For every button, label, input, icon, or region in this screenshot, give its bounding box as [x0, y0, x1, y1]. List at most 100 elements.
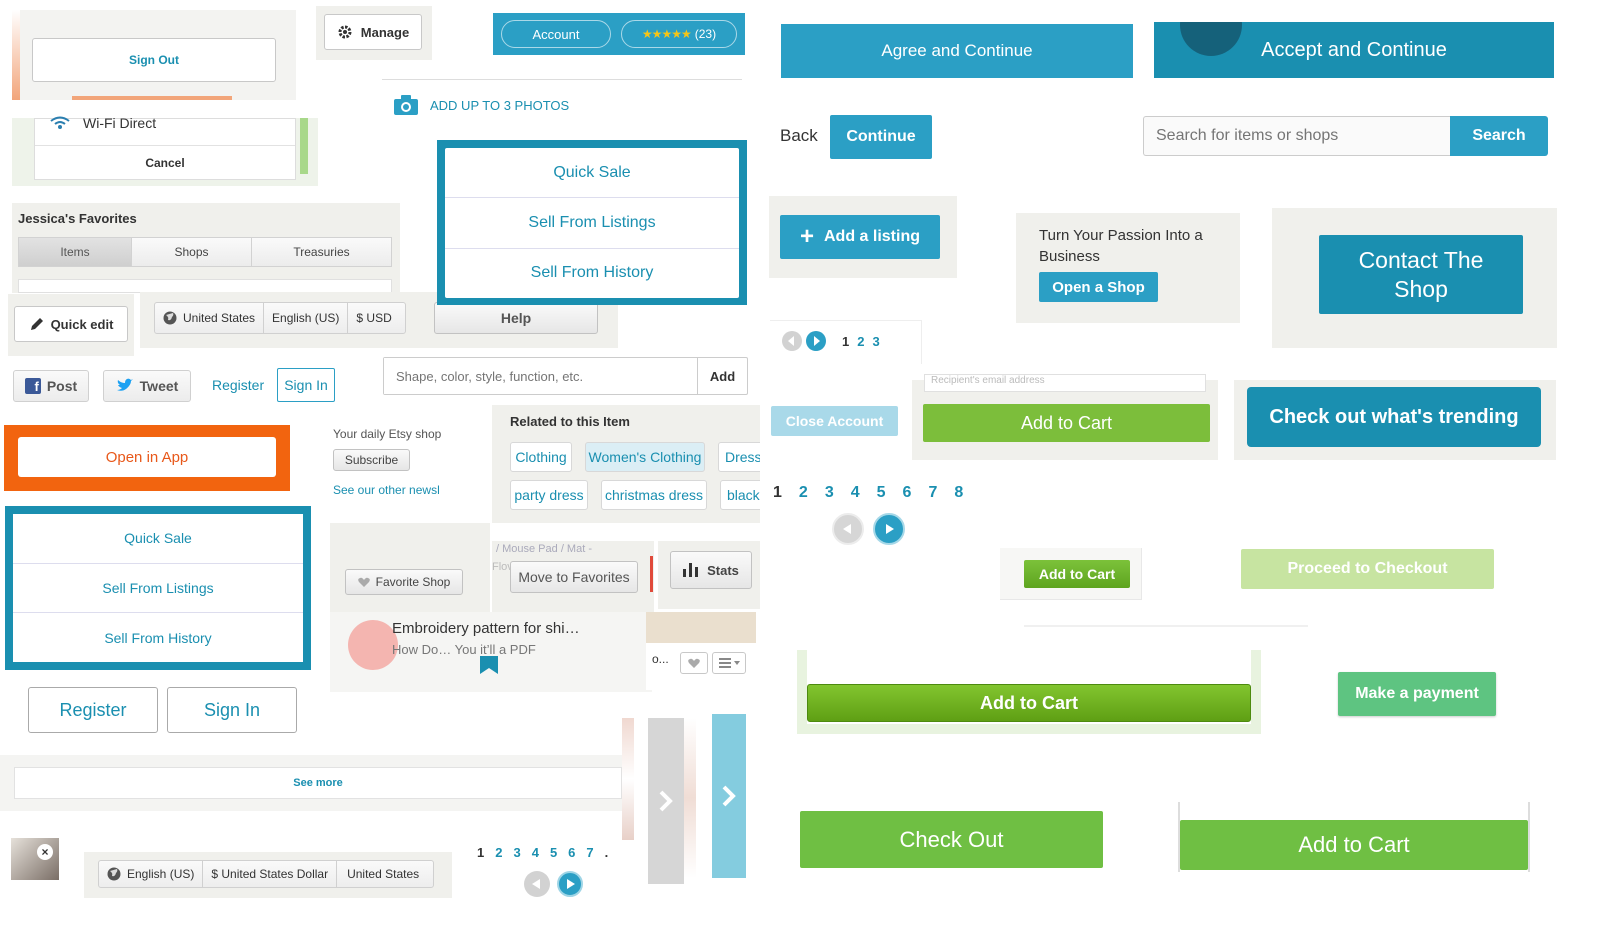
big-page-8[interactable]: 8 [954, 484, 963, 502]
carousel-prev-button[interactable] [648, 718, 684, 884]
mini-page-2[interactable]: 2 [857, 334, 864, 349]
see-more-button[interactable]: See more [14, 767, 622, 799]
mini-page-3[interactable]: 3 [872, 334, 879, 349]
accept-label: Accept and Continue [1261, 38, 1447, 61]
tag-input[interactable] [384, 358, 697, 394]
menu-sell-from-history[interactable]: Sell From History [13, 613, 303, 662]
big-page-3[interactable]: 3 [825, 484, 834, 502]
page-4[interactable]: 4 [532, 845, 539, 860]
menu2-quick-sale[interactable]: Quick Sale [445, 148, 739, 199]
mini-page-1[interactable]: 1 [842, 334, 849, 349]
tab-treasuries[interactable]: Treasuries [252, 238, 391, 266]
add-to-cart-button-a[interactable]: Add to Cart [923, 404, 1210, 442]
page-5[interactable]: 5 [550, 845, 557, 860]
tag-dress[interactable]: Dress [718, 442, 760, 472]
locale-language[interactable]: English (US) [264, 303, 349, 333]
listing-list-menu-button[interactable] [712, 652, 746, 674]
account-button[interactable]: Account [501, 20, 611, 48]
locale-country-label: United States [183, 311, 256, 325]
locale-selector[interactable]: United States English (US) $ USD [154, 302, 406, 334]
manage-button[interactable]: Manage [324, 14, 422, 50]
locale-currency[interactable]: $ USD [348, 303, 399, 333]
wifi-panel: Wi-Fi Direct Cancel [12, 115, 318, 186]
add-to-cart-button-d[interactable]: Add to Cart [1180, 820, 1528, 870]
reviews-badge[interactable]: ★★★★★ (23) [621, 20, 737, 48]
menu-sell-from-listings[interactable]: Sell From Listings [13, 564, 303, 614]
remove-thumbnail-icon[interactable]: × [37, 844, 53, 860]
big-page-7[interactable]: 7 [928, 484, 937, 502]
cancel-button[interactable]: Cancel [35, 145, 295, 179]
check-out-button[interactable]: Check Out [800, 811, 1103, 868]
move-to-favorites-button[interactable]: Move to Favorites [510, 561, 638, 593]
help-button[interactable]: Help [434, 302, 598, 334]
open-in-app-button[interactable]: Open in App [18, 437, 276, 477]
tab-shops[interactable]: Shops [132, 238, 252, 266]
register-link[interactable]: Register [212, 377, 264, 393]
back-link[interactable]: Back [780, 126, 818, 146]
carousel-strip-right [684, 718, 696, 878]
signout-button[interactable]: Sign Out [32, 38, 276, 82]
pager-small-next-button[interactable] [557, 871, 583, 897]
locale-selector-2[interactable]: English (US) $ United States Dollar Unit… [98, 860, 434, 888]
subscribe-button[interactable]: Subscribe [333, 449, 410, 471]
menu-quick-sale[interactable]: Quick Sale [13, 514, 303, 564]
quick-edit-button[interactable]: Quick edit [14, 306, 128, 342]
big-page-6[interactable]: 6 [903, 484, 912, 502]
big-page-4[interactable]: 4 [851, 484, 860, 502]
page-6[interactable]: 6 [568, 845, 575, 860]
contact-shop-button[interactable]: Contact The Shop [1319, 235, 1523, 314]
locale2-language[interactable]: English (US) [99, 861, 204, 887]
check-out-trending-button[interactable]: Check out what's trending [1247, 387, 1541, 447]
locale2-currency[interactable]: $ United States Dollar [203, 861, 338, 887]
pager-mini-next-button[interactable] [806, 331, 826, 351]
search-button[interactable]: Search [1450, 116, 1548, 156]
page-2[interactable]: 2 [495, 845, 502, 860]
agree-continue-button[interactable]: Agree and Continue [781, 24, 1133, 78]
wifi-row[interactable]: Wi-Fi Direct [49, 113, 289, 133]
sign-in-small-button[interactable]: Sign In [277, 368, 335, 402]
tag-clothing[interactable]: Clothing [510, 442, 572, 472]
make-payment-button[interactable]: Make a payment [1338, 672, 1496, 716]
big-page-5[interactable]: 5 [877, 484, 886, 502]
listing-favorite-button[interactable] [680, 652, 708, 674]
tag-party-dress[interactable]: party dress [510, 480, 588, 510]
register-button[interactable]: Register [28, 687, 158, 733]
tag-add-button[interactable]: Add [697, 358, 747, 394]
locale2-country[interactable]: United States [337, 861, 429, 887]
accept-continue-button[interactable]: Accept and Continue [1154, 22, 1554, 78]
pager-small-prev-button[interactable] [524, 871, 550, 897]
page-1[interactable]: 1 [477, 845, 484, 860]
pager-mini-prev-button[interactable] [782, 331, 802, 351]
pager-big-prev-button[interactable] [832, 513, 864, 545]
tag-christmas-dress[interactable]: christmas dress [601, 480, 707, 510]
big-page-1[interactable]: 1 [773, 484, 782, 502]
open-shop-button[interactable]: Open a Shop [1039, 272, 1158, 302]
add-to-cart-button-b[interactable]: Add to Cart [1024, 560, 1130, 588]
tweet-button[interactable]: Tweet [103, 370, 191, 402]
favorite-shop-button[interactable]: Favorite Shop [345, 569, 463, 595]
recipient-field[interactable]: Recipient's email address [924, 374, 1206, 392]
bookmark-icon[interactable] [478, 654, 500, 676]
tag-womens-clothing[interactable]: Women's Clothing [585, 442, 705, 472]
big-page-2[interactable]: 2 [799, 484, 808, 502]
pager-big-next-button[interactable] [873, 513, 905, 545]
menu2-sell-from-history[interactable]: Sell From History [445, 249, 739, 298]
carousel-next-button[interactable] [712, 714, 746, 878]
stats-button[interactable]: Stats [670, 551, 752, 589]
close-account-button[interactable]: Close Account [771, 406, 898, 436]
add-photos-link[interactable]: ADD UP TO 3 PHOTOS [394, 95, 569, 115]
tag-black[interactable]: black [720, 480, 760, 510]
sign-in-button[interactable]: Sign In [167, 687, 297, 733]
other-newsletters-link[interactable]: See our other newsl [333, 483, 445, 497]
locale-country[interactable]: United States [155, 303, 265, 333]
menu2-sell-from-listings[interactable]: Sell From Listings [445, 198, 739, 249]
page-3[interactable]: 3 [513, 845, 520, 860]
add-listing-button[interactable]: + Add a listing [780, 215, 940, 259]
page-7[interactable]: 7 [586, 845, 593, 860]
continue-button[interactable]: Continue [830, 115, 932, 159]
tab-items[interactable]: Items [19, 238, 132, 266]
search-input[interactable] [1143, 116, 1450, 156]
add-to-cart-button-c[interactable]: Add to Cart [807, 684, 1251, 722]
proceed-checkout-button[interactable]: Proceed to Checkout [1241, 549, 1494, 589]
facebook-post-button[interactable]: f Post [13, 370, 89, 402]
